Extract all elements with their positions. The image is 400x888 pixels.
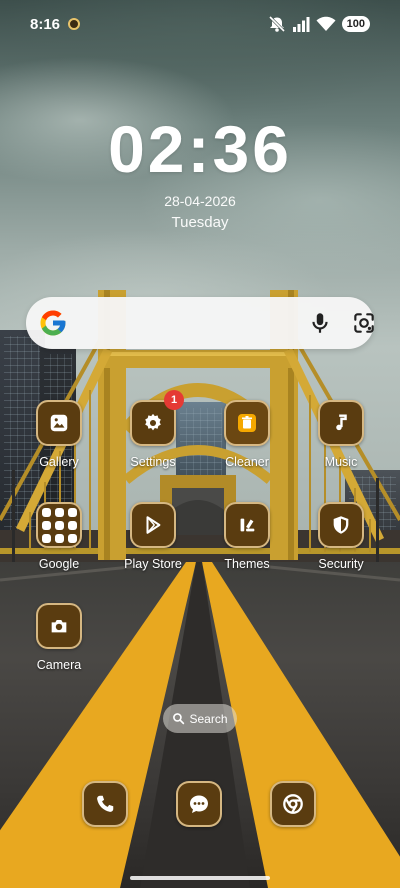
phone-icon: [97, 795, 114, 812]
status-time: 8:16: [30, 15, 61, 33]
app-label: Camera: [36, 658, 82, 672]
gear-icon: 1: [130, 390, 184, 446]
gallery-icon: [36, 400, 82, 446]
notification-badge: 1: [164, 390, 184, 410]
app-label: Gallery: [39, 455, 79, 469]
home-indicator[interactable]: [130, 876, 270, 880]
app-settings[interactable]: 1 Settings: [108, 390, 198, 490]
dock-phone[interactable]: [82, 781, 128, 827]
dock-messages[interactable]: [176, 781, 222, 827]
app-label: Google: [38, 557, 80, 571]
search-icon: [173, 713, 185, 725]
dock-chrome[interactable]: [270, 781, 316, 827]
home-search-label: Search: [189, 711, 228, 726]
folder-icon: [36, 502, 82, 548]
google-search-bar[interactable]: [26, 297, 374, 349]
mute-icon: [268, 16, 285, 32]
app-play-store[interactable]: Play Store: [108, 502, 198, 592]
app-themes[interactable]: Themes: [202, 502, 292, 592]
app-label: Music: [324, 455, 358, 469]
clock-widget-time[interactable]: 02:36: [0, 112, 400, 186]
battery-icon: 100: [341, 16, 370, 32]
app-music[interactable]: Music: [296, 400, 386, 490]
app-gallery[interactable]: Gallery: [14, 400, 104, 490]
music-note-icon: [318, 400, 364, 446]
app-cleaner[interactable]: Cleaner: [202, 400, 292, 490]
signal-icon: [292, 17, 310, 32]
shield-icon: [318, 502, 364, 548]
app-camera[interactable]: Camera: [14, 603, 104, 693]
app-label: Themes: [224, 557, 270, 571]
clock-widget-date: 28-04-2026: [164, 193, 236, 209]
app-label: Security: [318, 557, 364, 571]
status-bar: 8:16 100: [0, 0, 400, 48]
camera-icon: [36, 603, 82, 649]
app-folder-google[interactable]: Google: [14, 502, 104, 592]
google-logo-icon: [40, 310, 66, 336]
clock-widget-weekday: Tuesday: [171, 214, 229, 231]
app-label: Cleaner: [225, 455, 269, 469]
microphone-icon[interactable]: [307, 310, 333, 336]
trash-icon: [224, 400, 270, 446]
themes-icon: [224, 502, 270, 548]
notification-icon: [68, 18, 81, 30]
wifi-icon: [316, 16, 336, 31]
chrome-icon: [283, 794, 303, 814]
app-label: Settings: [130, 455, 176, 469]
app-security[interactable]: Security: [296, 502, 386, 592]
google-lens-icon[interactable]: [351, 310, 377, 336]
app-label: Play Store: [124, 557, 182, 571]
home-search-pill[interactable]: Search: [163, 704, 237, 733]
messages-icon: [190, 795, 208, 813]
play-store-icon: [130, 502, 176, 548]
